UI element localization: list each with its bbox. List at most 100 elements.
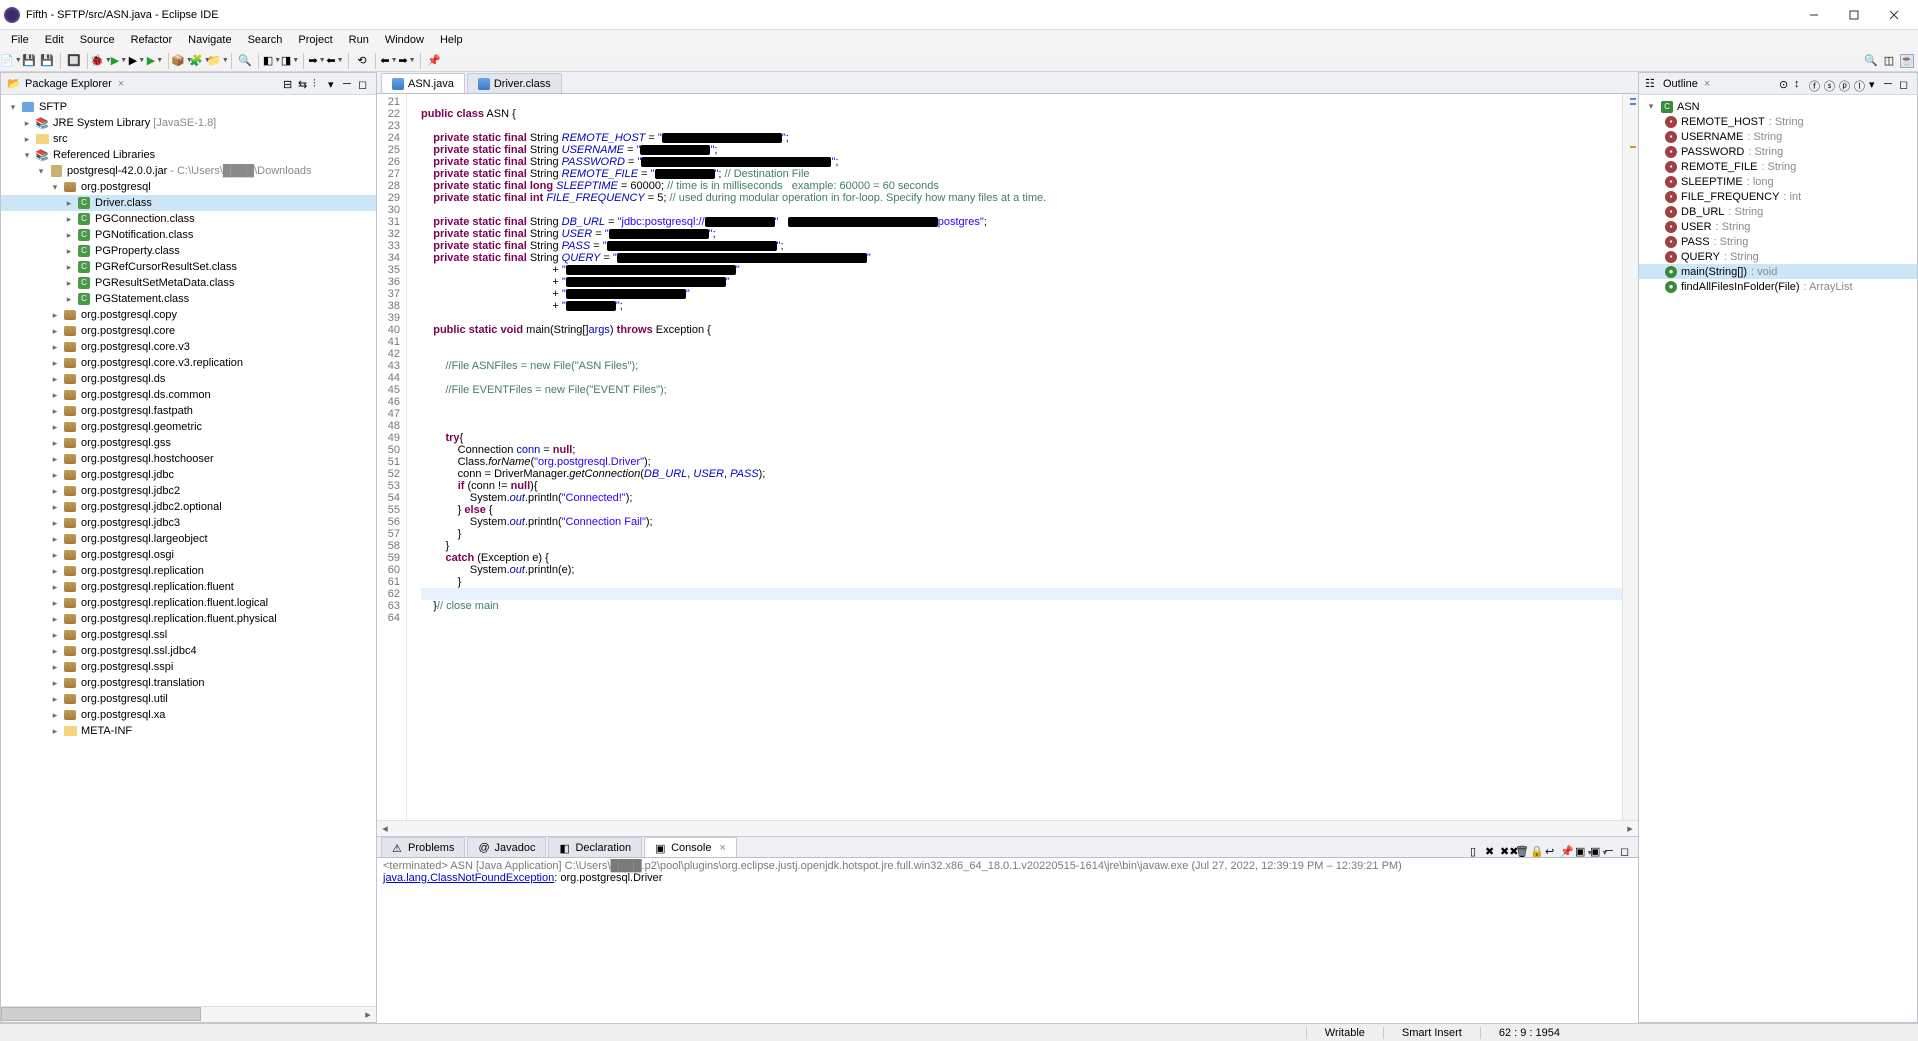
package-explorer-tree[interactable]: ▾SFTP ▸📚JRE System Library [JavaSE-1.8] … [1,95,376,1006]
console-terminate-icon[interactable]: ▯ [1470,845,1482,857]
next-annotation-icon[interactable]: ➡▼ [310,54,324,68]
console-word-wrap-icon[interactable]: ↩ [1545,845,1557,857]
java-perspective-icon[interactable]: ☕ [1900,54,1914,68]
package-node[interactable]: ▸org.postgresql.hostchooser [1,451,376,467]
maximize-button[interactable] [1834,1,1874,29]
outline-hide-fields-icon[interactable]: ⓕ [1809,78,1821,90]
menu-run[interactable]: Run [342,34,376,46]
menu-window[interactable]: Window [378,34,431,46]
class-node[interactable]: ▸CPGNotification.class [1,227,376,243]
explorer-scroll-thumb[interactable] [1,1007,201,1021]
reflib-node[interactable]: ▾📚Referenced Libraries [1,147,376,163]
package-node[interactable]: ▸org.postgresql.core.v3.replication [1,355,376,371]
new-class-icon[interactable]: 🧩▼ [193,54,207,68]
new-folder-icon[interactable]: 📁▼ [211,54,225,68]
console-open-icon[interactable]: ▣▼ [1590,845,1602,857]
outline-focus-icon[interactable]: ⊙ [1779,78,1791,90]
outline-member[interactable]: ●findAllFilesInFolder(File) : ArrayList [1639,279,1917,294]
tab-driver[interactable]: Driver.class [467,73,562,93]
package-node[interactable]: ▸org.postgresql.fastpath [1,403,376,419]
menu-help[interactable]: Help [433,34,470,46]
outline-hide-nonpublic-icon[interactable]: ⓟ [1839,78,1851,90]
outline-hide-static-icon[interactable]: ⓢ [1824,78,1836,90]
package-node[interactable]: ▸META-INF [1,723,376,739]
run-icon[interactable]: ▶▼ [112,54,126,68]
overview-ruler[interactable] [1622,94,1638,820]
package-node[interactable]: ▾org.postgresql [1,179,376,195]
code-editor[interactable]: 2122232425262728293031323334353637383940… [377,94,1638,820]
editor-hscroll[interactable]: ◂▸ [377,820,1638,836]
console-scroll-lock-icon[interactable]: 🔒 [1530,845,1542,857]
jre-node[interactable]: ▸📚JRE System Library [JavaSE-1.8] [1,115,376,131]
package-node[interactable]: ▸org.postgresql.osgi [1,547,376,563]
tab-javadoc[interactable]: @Javadoc [467,837,546,857]
new-package-icon[interactable]: 📦▼ [175,54,189,68]
console-clear-icon[interactable]: 🗑 [1515,845,1527,857]
view-menu-icon[interactable]: ▾ [328,78,340,90]
class-node[interactable]: ▸CPGResultSetMetaData.class [1,275,376,291]
package-node[interactable]: ▸org.postgresql.jdbc [1,467,376,483]
package-node[interactable]: ▸org.postgresql.ssl.jdbc4 [1,643,376,659]
src-node[interactable]: ▸src [1,131,376,147]
outline-member[interactable]: ▪REMOTE_FILE : String [1639,159,1917,174]
exception-link[interactable]: java.lang.ClassNotFoundException [383,872,554,884]
quick-access-icon[interactable]: 🔍 [1864,54,1878,68]
package-node[interactable]: ▸org.postgresql.jdbc2 [1,483,376,499]
debug-icon[interactable]: 🐞▼ [94,54,108,68]
collapse-all-icon[interactable]: ⊟ [283,78,295,90]
save-all-icon[interactable]: 💾 [40,54,54,68]
outline-minimize-icon[interactable]: ─ [1884,78,1896,90]
package-node[interactable]: ▸org.postgresql.core.v3 [1,339,376,355]
console-maximize-icon[interactable]: ◻ [1620,845,1632,857]
outline-member[interactable]: ▪REMOTE_HOST : String [1639,114,1917,129]
outline-sort-icon[interactable]: ↕ [1794,78,1806,90]
open-type-icon[interactable]: 🔲 [67,54,81,68]
outline-member[interactable]: ▪PASS : String [1639,234,1917,249]
package-node[interactable]: ▸org.postgresql.replication [1,563,376,579]
tab-declaration[interactable]: ◧Declaration [548,837,642,857]
class-node[interactable]: ▸CPGProperty.class [1,243,376,259]
console-show-std-icon[interactable]: ▣▼ [1575,845,1587,857]
outline-member[interactable]: ▪USER : String [1639,219,1917,234]
search-icon[interactable]: 🔍 [238,54,252,68]
menu-project[interactable]: Project [291,34,339,46]
class-node[interactable]: ▸CPGStatement.class [1,291,376,307]
link-editor-icon[interactable]: ⇆ [298,78,310,90]
save-icon[interactable]: 💾 [22,54,36,68]
class-node[interactable]: ▸CPGConnection.class [1,211,376,227]
package-node[interactable]: ▸org.postgresql.replication.fluent [1,579,376,595]
tab-problems[interactable]: ⚠Problems [381,837,465,857]
toggle-block-icon[interactable]: ◨▼ [283,54,297,68]
outline-member[interactable]: ▪FILE_FREQUENCY : int [1639,189,1917,204]
prev-annotation-icon[interactable]: ⬅▼ [328,54,342,68]
package-node[interactable]: ▸org.postgresql.gss [1,435,376,451]
package-node[interactable]: ▸org.postgresql.xa [1,707,376,723]
menu-refactor[interactable]: Refactor [124,34,180,46]
outline-hide-local-icon[interactable]: ⓛ [1854,78,1866,90]
maximize-view-icon[interactable]: ◻ [358,78,370,90]
forward-icon[interactable]: ➡▼ [400,54,414,68]
menu-source[interactable]: Source [73,34,122,46]
outline-member[interactable]: ▪QUERY : String [1639,249,1917,264]
tab-console[interactable]: ▣Console× [644,837,737,857]
pin-icon[interactable]: 📌 [427,54,441,68]
outline-member[interactable]: ▪PASSWORD : String [1639,144,1917,159]
package-node[interactable]: ▸org.postgresql.largeobject [1,531,376,547]
last-edit-icon[interactable]: ⟲ [355,54,369,68]
coverage-icon[interactable]: ▶▼ [130,54,144,68]
outline-member[interactable]: ▪DB_URL : String [1639,204,1917,219]
class-node[interactable]: ▸CPGRefCursorResultSet.class [1,259,376,275]
package-node[interactable]: ▸org.postgresql.replication.fluent.logic… [1,595,376,611]
jar-node[interactable]: ▾postgresql-42.0.0.jar - C:\Users\████\D… [1,163,376,179]
back-icon[interactable]: ⬅▼ [382,54,396,68]
package-node[interactable]: ▸org.postgresql.ssl [1,627,376,643]
new-icon[interactable]: 📄▼ [4,54,18,68]
menu-file[interactable]: File [4,34,36,46]
outline-member[interactable]: ▪SLEEPTIME : long [1639,174,1917,189]
menu-edit[interactable]: Edit [38,34,71,46]
menu-navigate[interactable]: Navigate [181,34,238,46]
outline-tree[interactable]: ▾CASN ▪REMOTE_HOST : String▪USERNAME : S… [1639,95,1917,1022]
menu-search[interactable]: Search [241,34,290,46]
package-node[interactable]: ▸org.postgresql.ds.common [1,387,376,403]
run-last-icon[interactable]: ▶▼ [148,54,162,68]
